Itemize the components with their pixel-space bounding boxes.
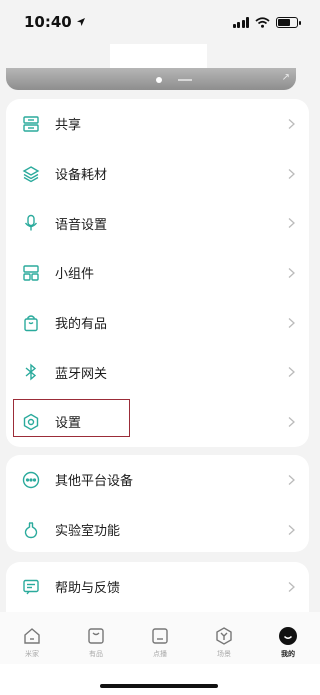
- chevron-right-icon: [288, 524, 295, 535]
- store-icon: [88, 628, 104, 644]
- menu-item-label: 实验室功能: [55, 524, 121, 540]
- menu-item-bluetooth-gateway[interactable]: 蓝牙网关: [6, 347, 309, 397]
- menu-item-lab-features[interactable]: 实验室功能: [6, 505, 309, 555]
- banner-arrow-icon: ↗: [281, 72, 290, 83]
- menu-item-help-feedback[interactable]: 帮助与反馈: [6, 562, 309, 612]
- play-icon: [152, 628, 168, 644]
- profile-icon: [279, 627, 297, 645]
- location-arrow-icon: [76, 18, 85, 26]
- tab-label: 有品: [89, 650, 103, 658]
- menu-item-label: 帮助与反馈: [55, 581, 121, 597]
- tab-scene[interactable]: 场景: [199, 626, 249, 659]
- chevron-right-icon: [288, 267, 295, 278]
- menu-item-my-youpin[interactable]: 我的有品: [6, 298, 309, 348]
- menu-item-label: 设备耗材: [55, 168, 108, 184]
- tab-label: 场景: [217, 650, 231, 658]
- menu-item-label: 其他平台设备: [55, 474, 134, 490]
- bluetooth-icon: [20, 361, 42, 383]
- status-bar: 10:40: [0, 0, 320, 44]
- menu-item-label: 我的有品: [55, 317, 108, 333]
- banner-carousel[interactable]: ↗: [6, 68, 296, 90]
- chevron-right-icon: [288, 317, 295, 328]
- home-indicator[interactable]: [100, 684, 218, 688]
- chevron-right-icon: [288, 218, 295, 229]
- header-placeholder: [110, 44, 207, 68]
- bottom-tab-bar: 米家 有品 点播 场景 我的: [0, 612, 320, 664]
- widget-icon: [20, 262, 42, 284]
- tab-youpin[interactable]: 有品: [71, 626, 121, 659]
- wifi-icon: [255, 16, 270, 28]
- menu-item-label: 共享: [55, 118, 82, 134]
- status-icons: [232, 16, 301, 28]
- chevron-right-icon: [288, 168, 295, 179]
- microphone-icon: [20, 212, 42, 234]
- menu-item-settings[interactable]: 设置: [6, 397, 309, 447]
- highlight-box: [13, 399, 130, 438]
- home-indicator-area: [0, 664, 320, 695]
- chevron-right-icon: [288, 581, 295, 592]
- menu-item-label: 蓝牙网关: [55, 366, 108, 382]
- menu-item-label: 小组件: [55, 267, 95, 283]
- menu-item-widgets[interactable]: 小组件: [6, 248, 309, 298]
- feedback-icon: [20, 576, 42, 598]
- chevron-right-icon: [288, 367, 295, 378]
- menu-item-other-platform-devices[interactable]: 其他平台设备: [6, 455, 309, 505]
- menu-card-main: 共享 设备耗材 语音设置 小组件 我的有品 蓝牙网关 设置: [6, 99, 309, 447]
- tab-dianbo[interactable]: 点播: [135, 626, 185, 659]
- tab-label: 点播: [153, 650, 167, 658]
- more-dots-icon: [20, 469, 42, 491]
- tab-label: 我的: [281, 650, 295, 658]
- clock: 10:40: [24, 13, 86, 31]
- chevron-right-icon: [288, 474, 295, 485]
- menu-item-voice-settings[interactable]: 语音设置: [6, 198, 309, 248]
- menu-item-device-consumables[interactable]: 设备耗材: [6, 149, 309, 199]
- carousel-indicator: [178, 79, 192, 81]
- scene-icon: [216, 627, 232, 645]
- tab-label: 米家: [25, 650, 39, 658]
- layers-icon: [20, 163, 42, 185]
- tab-mijia[interactable]: 米家: [7, 626, 57, 659]
- carousel-indicator-active: [156, 77, 162, 83]
- shopping-bag-icon: [20, 312, 42, 334]
- flask-icon: [20, 519, 42, 541]
- battery-icon: [276, 16, 301, 28]
- cellular-signal-icon: [232, 16, 249, 28]
- menu-card-help: 帮助与反馈: [6, 562, 309, 612]
- menu-item-label: 语音设置: [55, 217, 108, 233]
- menu-item-share[interactable]: 共享: [6, 99, 309, 149]
- clock-time: 10:40: [24, 13, 72, 31]
- menu-card-extra: 其他平台设备 实验室功能: [6, 455, 309, 552]
- chevron-right-icon: [288, 416, 295, 427]
- tab-profile[interactable]: 我的: [263, 626, 313, 659]
- share-icon: [20, 113, 42, 135]
- chevron-right-icon: [288, 118, 295, 129]
- home-icon: [24, 628, 40, 644]
